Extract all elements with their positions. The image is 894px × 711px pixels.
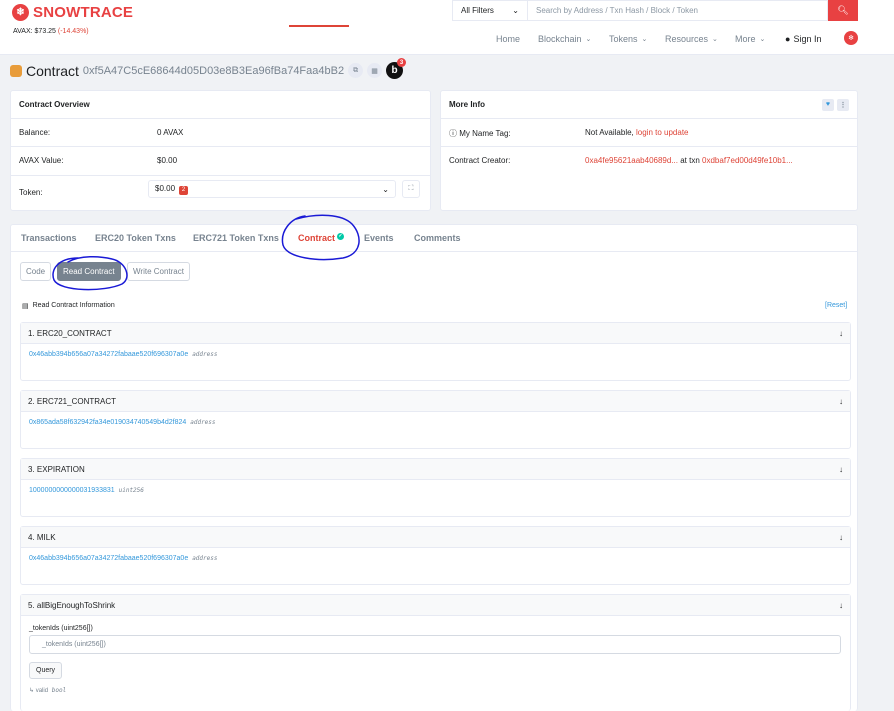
avax-network-icon[interactable]: ❄ [844, 31, 858, 45]
arrow-down-icon: ↓ [839, 600, 843, 610]
nav-home[interactable]: Home [496, 33, 520, 45]
write-contract-button[interactable]: Write Contract [127, 262, 190, 281]
verified-check-icon: ✓ [337, 233, 345, 240]
chevron-down-icon: ⌄ [382, 184, 389, 194]
tab-transactions[interactable]: Transactions [21, 233, 77, 243]
arrow-down-icon: ↓ [839, 328, 843, 338]
more-info-card: More Info ♥ ⋮ ⓘ My Name Tag: Not Availab… [440, 90, 858, 211]
code-button[interactable]: Code [20, 262, 52, 281]
page-title: Contract 0xf5A47C5cE68644d05D03e8B3Ea96f… [10, 58, 407, 79]
token-dropdown[interactable]: $0.00 2 ⌄ [148, 180, 396, 198]
function-header[interactable]: 3. EXPIRATION ↓ [21, 459, 850, 480]
nav-more[interactable]: More ⌄ [735, 33, 765, 45]
tab-erc20-token-txns[interactable]: ERC20 Token Txns [95, 233, 176, 243]
read-function-erc721-contract: 2. ERC721_CONTRACT ↓ 0x865ada58f632942fa… [20, 390, 851, 449]
copy-icon[interactable]: ⧉ [348, 63, 364, 78]
search-filter-select[interactable]: All Filters ⌄ [452, 0, 528, 21]
token-count-badge: 2 [179, 185, 189, 195]
output-arrow-icon: ↳ [29, 688, 35, 694]
chevron-down-icon: ⌄ [759, 36, 766, 43]
snowtrace-logo-icon: ❄ [12, 4, 29, 21]
user-icon: ● [785, 34, 791, 44]
avax-value: $0.00 [157, 156, 178, 165]
blockscan-icon[interactable]: b3 [386, 58, 407, 79]
search-icon: 🔍︎ [837, 5, 849, 15]
top-navbar: ❄ SNOWTRACE AVAX: $73.25 (-14.43%) All F… [0, 0, 894, 55]
card-title: Contract Overview [11, 91, 430, 119]
read-function-expiration: 3. EXPIRATION ↓ 1000000000000031933831 u… [20, 458, 851, 517]
reset-link[interactable]: [Reset] [825, 302, 847, 309]
token-ids-input[interactable]: _tokenIds (uint256[]) [29, 635, 841, 654]
function-result-link[interactable]: 0x865ada58f632942fa34e019034740549b4d2f8… [29, 419, 186, 426]
tab-bar: Transactions ERC20 Token Txns ERC721 Tok… [10, 225, 858, 251]
heart-icon[interactable]: ♥ [822, 98, 834, 111]
read-contract-info: ▤ Read Contract Information [22, 302, 115, 310]
nav-resources[interactable]: Resources ⌄ [665, 33, 718, 45]
avax-price: AVAX: $73.25 (-14.43%) [13, 28, 89, 35]
tab-contract[interactable]: Contract ✓ [298, 233, 345, 243]
creator-address-link[interactable]: 0xa4fe95621aab40689d... [585, 156, 678, 165]
login-link[interactable]: login to update [636, 128, 689, 137]
nav-tokens[interactable]: Tokens ⌄ [609, 33, 647, 45]
brand-logo[interactable]: ❄ SNOWTRACE [12, 4, 133, 21]
tab-erc721-token-txns[interactable]: ERC721 Token Txns [193, 233, 279, 243]
price-change: (-14.43%) [57, 28, 89, 35]
qr-code-icon[interactable]: ▦ [367, 63, 383, 78]
brand-name: SNOWTRACE [33, 4, 134, 21]
creator-txn-link[interactable]: 0xdbaf7ed00d49fe10b1... [702, 156, 793, 165]
chevron-down-icon: ⌄ [585, 36, 592, 43]
function-result-link[interactable]: 0x46abb394b656a07a34272fabaae520f696307a… [29, 351, 188, 358]
tab-events[interactable]: Events [364, 233, 394, 243]
nav-sign-in[interactable]: ● Sign In [785, 33, 821, 45]
tab-comments[interactable]: Comments [414, 233, 461, 243]
arrow-down-icon: ↓ [839, 532, 843, 542]
contract-address: 0xf5A47C5cE68644d05D03e8B3Ea96fBa74Faa4b… [82, 64, 345, 77]
function-result-value: 1000000000000031933831 [29, 487, 115, 494]
nav-blockchain[interactable]: Blockchain ⌄ [538, 33, 591, 45]
active-tab-indicator [289, 25, 349, 27]
function-header[interactable]: 2. ERC721_CONTRACT ↓ [21, 391, 850, 412]
blockscan-badge: 3 [397, 58, 407, 67]
search-button[interactable]: 🔍︎ [828, 0, 858, 21]
arrow-down-icon: ↓ [839, 396, 843, 406]
param-label: _tokenIds (uint256[]) [29, 625, 93, 632]
arrow-down-icon: ↓ [839, 464, 843, 474]
help-icon: ⓘ [449, 129, 457, 138]
function-result-link[interactable]: 0x46abb394b656a07a34272fabaae520f696307a… [29, 555, 188, 562]
chevron-down-icon: ⌄ [641, 36, 648, 43]
document-icon: ▤ [22, 303, 29, 310]
contract-icon [10, 64, 22, 77]
function-header[interactable]: 4. MILK ↓ [21, 527, 850, 548]
card-title: More Info [449, 100, 485, 109]
read-function-milk: 4. MILK ↓ 0x46abb394b656a07a34272fabaae5… [20, 526, 851, 585]
query-button[interactable]: Query [29, 662, 63, 679]
expand-icon[interactable]: ⛶ [402, 180, 420, 198]
chevron-down-icon: ⌄ [512, 6, 519, 15]
balance-value: 0 AVAX [157, 128, 184, 137]
chevron-down-icon: ⌄ [712, 36, 718, 43]
function-header[interactable]: 5. allBigEnoughToShrink ↓ [21, 595, 850, 616]
read-function-erc20-contract: 1. ERC20_CONTRACT ↓ 0x46abb394b656a07a34… [20, 322, 851, 381]
read-contract-button[interactable]: Read Contract [57, 262, 121, 281]
read-function-all-big-enough-to-shrink: 5. allBigEnoughToShrink ↓ _tokenIds (uin… [20, 594, 851, 711]
search-input[interactable]: Search by Address / Txn Hash / Block / T… [528, 0, 828, 21]
more-vertical-icon[interactable]: ⋮ [837, 98, 849, 111]
function-header[interactable]: 1. ERC20_CONTRACT ↓ [21, 323, 850, 344]
function-output: ↳ valid bool [29, 687, 67, 694]
